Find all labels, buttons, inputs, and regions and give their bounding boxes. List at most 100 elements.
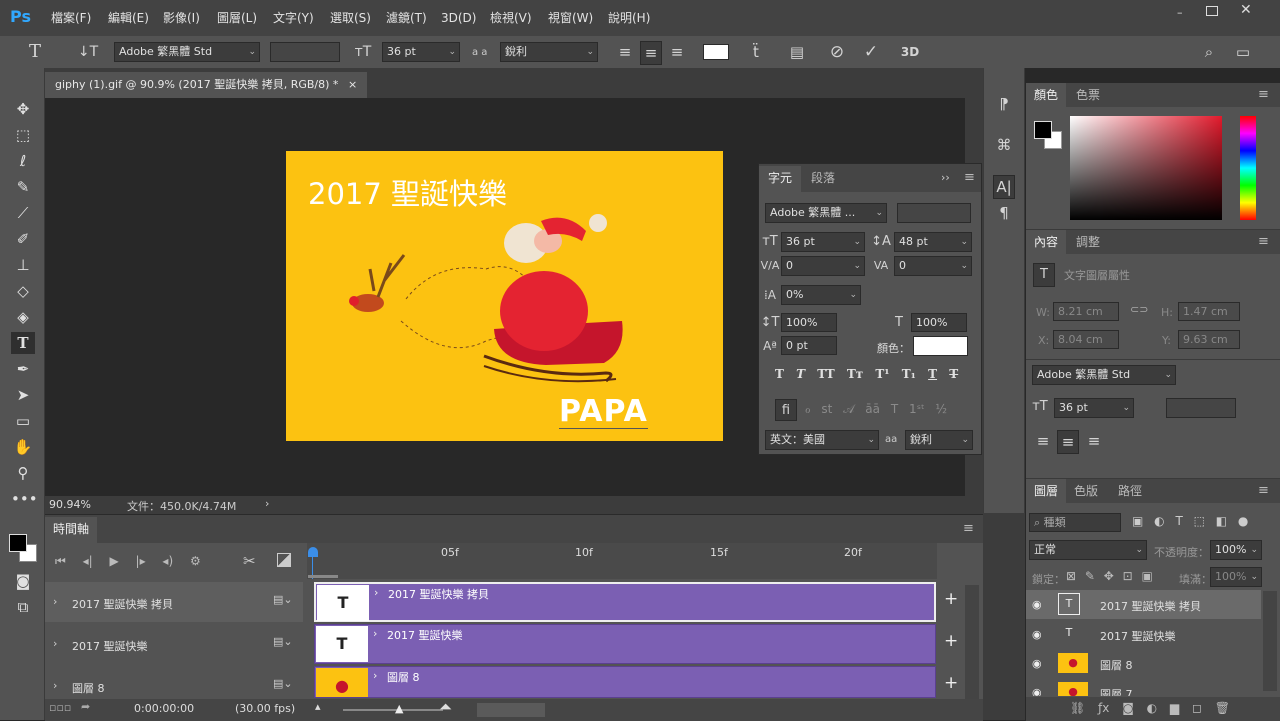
properties-align-center-icon[interactable]: ≡ <box>1057 430 1079 454</box>
clip-chevron-icon[interactable]: › <box>374 586 378 599</box>
menu-type[interactable]: 文字(Y) <box>273 0 314 36</box>
link-icon[interactable]: ⊂⊃ <box>1130 303 1148 316</box>
baseline-shift-field[interactable]: 0 pt <box>781 336 837 355</box>
properties-align-left-icon[interactable]: ≡ <box>1032 430 1054 452</box>
tab-paragraph[interactable]: 段落 <box>811 166 835 190</box>
layers-scrollbar[interactable] <box>1263 591 1277 691</box>
tab-adjustments[interactable]: 調整 <box>1076 230 1100 254</box>
y-field[interactable]: 9.63 cm <box>1178 330 1240 349</box>
blend-mode-select[interactable]: 正常 ⌄ <box>1029 540 1147 560</box>
character-panel-menu-icon[interactable]: ≡ <box>964 170 975 185</box>
zoom-slider-thumb[interactable]: ▲ <box>395 702 403 715</box>
clip-chevron-icon[interactable]: › <box>373 627 377 640</box>
properties-align-right-icon[interactable]: ≡ <box>1083 430 1105 452</box>
tab-paths[interactable]: 路徑 <box>1118 479 1142 503</box>
timeline-track-row[interactable]: › 圖層 8 ▤⌄ <box>45 666 303 698</box>
layer-filter-search[interactable]: ⌕ 種類 <box>1029 513 1121 532</box>
menu-edit[interactable]: 編輯(E) <box>108 0 149 36</box>
character-panel-icon[interactable]: ▤ <box>786 41 808 63</box>
layer-filter-icons[interactable]: ▣ ◐ T ⬚ ◧ ● <box>1132 514 1248 528</box>
timeline-menu-icon[interactable]: ≡ <box>963 521 974 536</box>
expand-chevron-icon[interactable]: › <box>53 679 57 692</box>
close-tab-icon[interactable]: × <box>348 72 357 98</box>
font-style-select[interactable] <box>270 42 340 62</box>
brush-preset-icon[interactable]: ⌘ <box>993 134 1015 156</box>
search-icon[interactable]: ⌕ <box>1198 41 1220 63</box>
visibility-eye-icon[interactable]: ◉ <box>1032 657 1042 670</box>
panel-collapse-icon[interactable]: ›› <box>941 171 950 184</box>
eyedropper-tool-icon[interactable]: ⟋ <box>11 202 35 224</box>
menu-help[interactable]: 說明(H) <box>608 0 650 36</box>
layer-row[interactable]: ◉ T 2017 聖誕快樂 拷貝 <box>1026 590 1261 619</box>
menu-select[interactable]: 選取(S) <box>330 0 371 36</box>
opacity-select[interactable]: 100% ⌄ <box>1210 540 1262 560</box>
workspace-icon[interactable]: ▭ <box>1232 41 1254 63</box>
character-color-swatch[interactable] <box>913 336 968 356</box>
clip-chevron-icon[interactable]: › <box>373 669 377 682</box>
properties-menu-icon[interactable]: ≡ <box>1258 234 1269 249</box>
layers-menu-icon[interactable]: ≡ <box>1258 483 1269 498</box>
3d-icon[interactable]: 3D <box>898 41 922 63</box>
color-panel-menu-icon[interactable]: ≡ <box>1258 87 1269 102</box>
playback-controls[interactable]: ⏮ ◂| ▶ |▸ ◂) ⚙ <box>55 554 201 569</box>
menu-layer[interactable]: 圖層(L) <box>217 0 257 36</box>
track-options-icon[interactable]: ▤⌄ <box>273 593 293 606</box>
minimize-icon[interactable]: – <box>1177 6 1191 19</box>
menu-filter[interactable]: 濾鏡(T) <box>386 0 427 36</box>
hue-slider[interactable] <box>1240 116 1256 220</box>
quick-mask-icon[interactable]: ◙ <box>11 570 35 592</box>
character-font-select[interactable]: Adobe 繁黑體 ... ⌄ <box>765 203 887 223</box>
brush-tool-icon[interactable]: ✐ <box>11 228 35 250</box>
stamp-tool-icon[interactable]: ⊥ <box>11 254 35 276</box>
timeline-clip[interactable]: ● › 圖層 8 <box>314 666 936 698</box>
tab-swatches[interactable]: 色票 <box>1076 83 1100 107</box>
tab-color[interactable]: 顏色 <box>1026 83 1066 107</box>
tab-channels[interactable]: 色版 <box>1074 479 1098 503</box>
maximize-icon[interactable] <box>1206 6 1218 16</box>
tab-properties[interactable]: 內容 <box>1026 230 1066 254</box>
timeline-ruler[interactable] <box>307 543 937 579</box>
visibility-eye-icon[interactable]: ◉ <box>1032 686 1042 696</box>
timeline-clip[interactable]: T › 2017 聖誕快樂 拷貝 <box>314 582 936 622</box>
tab-layers[interactable]: 圖層 <box>1026 479 1066 503</box>
menu-3d[interactable]: 3D(D) <box>441 0 476 36</box>
zoom-tool-icon[interactable]: ⚲ <box>11 462 35 484</box>
history-icon[interactable]: ⁋ <box>993 93 1015 115</box>
tab-timeline[interactable]: 時間軸 <box>45 517 97 543</box>
timeline-track-scrollbar[interactable] <box>965 585 979 703</box>
pen-tool-icon[interactable]: ✒ <box>11 358 35 380</box>
layer-row[interactable]: ◉ T 2017 聖誕快樂 <box>1026 620 1261 649</box>
paragraph-dock-icon[interactable]: ¶ <box>993 202 1015 224</box>
warp-text-icon[interactable]: ẗ <box>745 41 767 63</box>
commit-icon[interactable]: ✓ <box>860 41 882 63</box>
properties-size-select[interactable]: 36 pt ⌄ <box>1054 398 1134 418</box>
character-style-select[interactable] <box>897 203 971 223</box>
text-orientation-icon[interactable]: ↓T <box>77 41 99 63</box>
timeline-h-scrollbar[interactable] <box>477 703 545 717</box>
hand-tool-icon[interactable]: ✋ <box>11 436 35 458</box>
paint-bucket-tool-icon[interactable]: ◈ <box>11 306 35 328</box>
track-options-icon[interactable]: ▤⌄ <box>273 677 293 690</box>
color-spectrum-field[interactable] <box>1070 116 1222 220</box>
move-tool-icon[interactable]: ✥ <box>11 98 35 120</box>
horizontal-scale-field[interactable]: 100% <box>911 313 967 332</box>
eraser-tool-icon[interactable]: ◇ <box>11 280 35 302</box>
layer-row[interactable]: ◉ ● 圖層 8 <box>1026 649 1261 678</box>
close-window-icon[interactable]: ✕ <box>1240 2 1252 18</box>
transition-icon[interactable] <box>277 553 291 567</box>
leading-select[interactable]: 48 pt ⌄ <box>894 232 972 252</box>
split-icon[interactable]: ✂ <box>243 552 256 570</box>
visibility-eye-icon[interactable]: ◉ <box>1032 598 1042 611</box>
zoom-in-icon[interactable]: ⏶ <box>439 697 452 717</box>
expand-chevron-icon[interactable]: › <box>53 595 57 608</box>
foreground-color-swatch[interactable] <box>9 534 27 552</box>
text-color-swatch[interactable] <box>703 44 729 60</box>
render-arrow-icon[interactable]: ➦ <box>81 700 90 713</box>
work-area-bar[interactable] <box>308 575 338 578</box>
quick-select-tool-icon[interactable]: ✎ <box>11 176 35 198</box>
document-canvas[interactable]: 2017 聖誕快樂 PAPA <box>286 151 723 441</box>
add-media-icon[interactable]: + <box>944 673 958 693</box>
track-options-icon[interactable]: ▤⌄ <box>273 635 293 648</box>
rectangle-tool-icon[interactable]: ▭ <box>11 410 35 432</box>
lasso-tool-icon[interactable]: ℓ <box>11 150 35 172</box>
